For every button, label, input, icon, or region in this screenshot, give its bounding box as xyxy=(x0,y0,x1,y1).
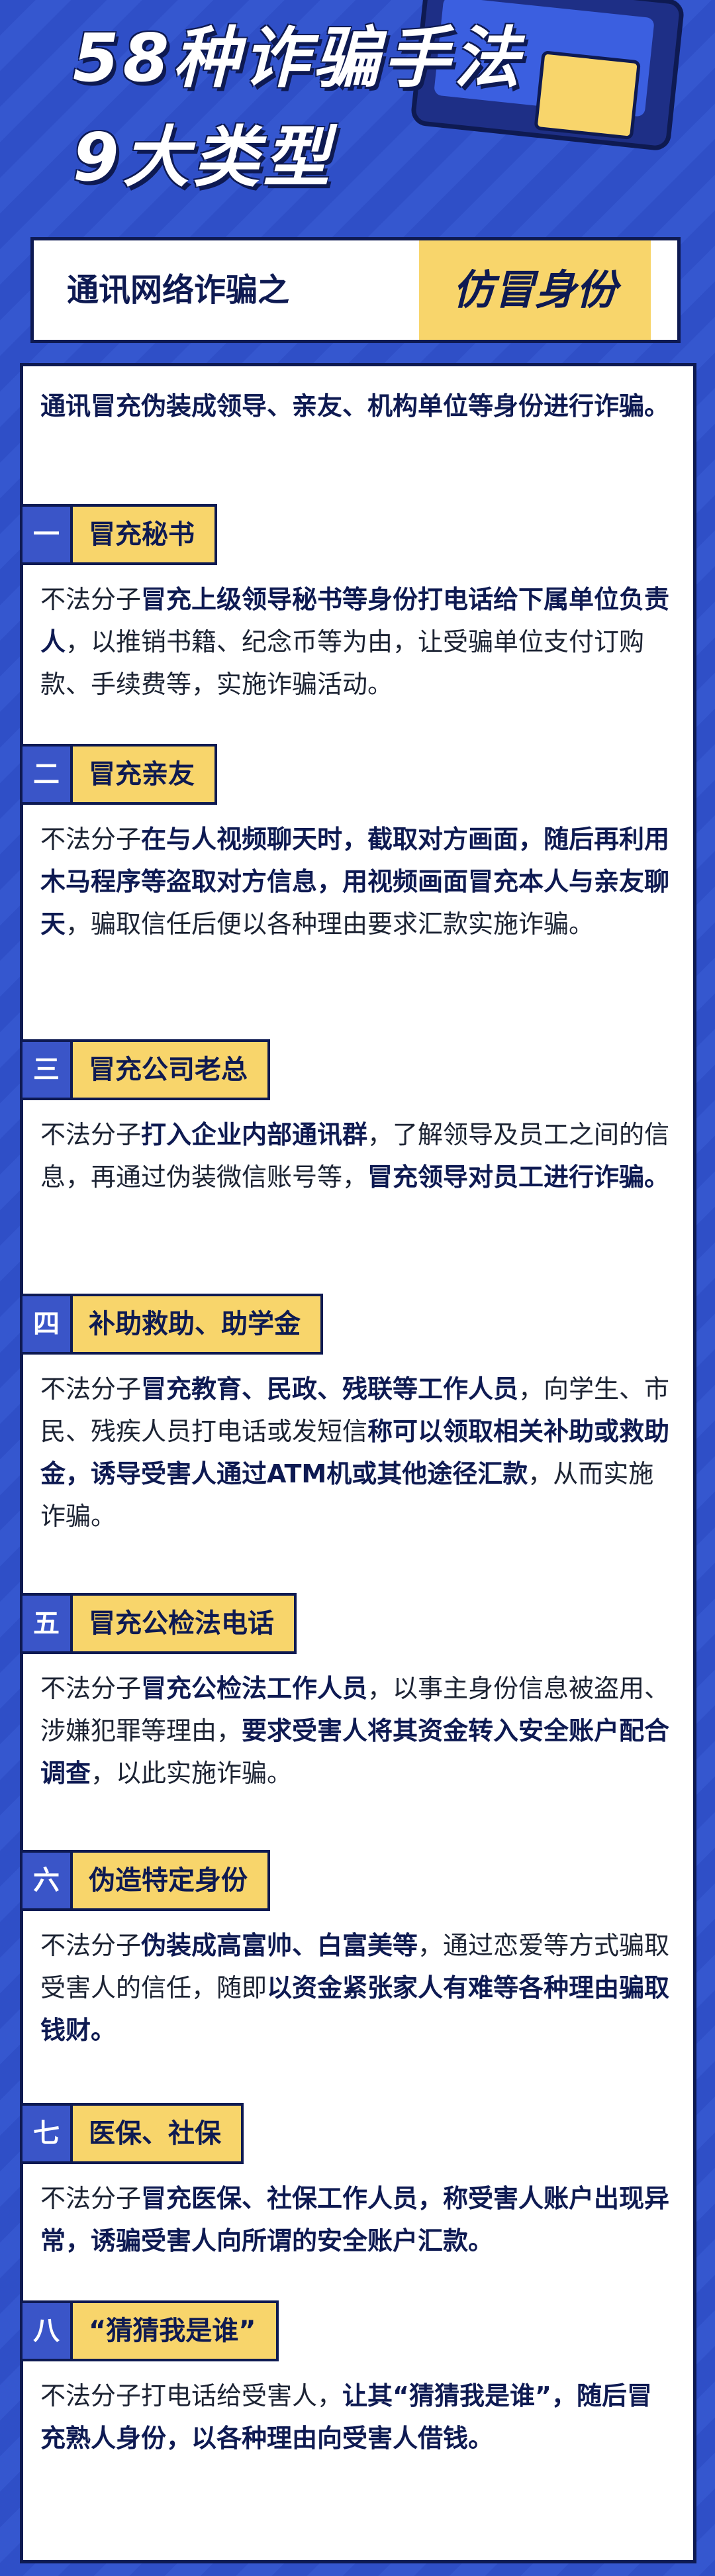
section-number: 三 xyxy=(20,1039,73,1100)
body-text: 不法分子 xyxy=(40,585,142,614)
section-body-6: 不法分子伪装成高富帅、白富美等，通过恋爱等方式骗取受害人的信任，随即以资金紧张家… xyxy=(40,1924,676,2051)
section-number: 八 xyxy=(20,2300,73,2361)
section-body-7: 不法分子冒充医保、社保工作人员，称受害人账户出现异常，诱骗受害人向所谓的安全账户… xyxy=(40,2177,676,2262)
topic-highlight: 仿冒身份 xyxy=(419,240,651,340)
body-text: 不法分子 xyxy=(40,1674,142,1703)
section-title: 冒充秘书 xyxy=(73,504,217,565)
header-banner: 58种诈骗手法 9大类型 xyxy=(0,0,715,225)
topic-banner: 通讯网络诈骗之 仿冒身份 xyxy=(30,237,681,343)
section-title: 冒充公检法电话 xyxy=(73,1593,297,1654)
section-title: 医保、社保 xyxy=(73,2103,244,2164)
emphasized-text: 冒充领导对员工进行诈骗。 xyxy=(367,1162,670,1192)
emphasized-text: 冒充教育、民政、残联等工作人员 xyxy=(141,1374,519,1404)
section-header-6: 六 伪造特定身份 xyxy=(20,1850,270,1911)
content-panel: 通讯冒充伪装成领导、亲友、机构单位等身份进行诈骗。 一 冒充秘书 不法分子冒充上… xyxy=(20,363,696,2563)
section-number: 一 xyxy=(20,504,73,565)
section-number: 六 xyxy=(20,1850,73,1911)
body-text: ，以推销书籍、纪念币等为由，让受骗单位支付订购款、手续费等，实施诈骗活动。 xyxy=(40,627,645,699)
section-body-5: 不法分子冒充公检法工作人员，以事主身份信息被盗用、涉嫌犯罪等理由，要求受害人将其… xyxy=(40,1667,676,1794)
section-header-2: 二 冒充亲友 xyxy=(20,744,217,805)
section-body-4: 不法分子冒充教育、民政、残联等工作人员，向学生、市民、残疾人员打电话或发短信称可… xyxy=(40,1368,676,1537)
headline-line2: 9大类型 xyxy=(73,119,334,196)
section-title: 冒充公司老总 xyxy=(73,1039,270,1100)
section-body-2: 不法分子在与人视频聊天时，截取对方画面，随后再利用木马程序等盗取对方信息，用视频… xyxy=(40,818,676,945)
body-text: ，骗取信任后便以各种理由要求汇款实施诈骗。 xyxy=(66,909,595,939)
section-number: 四 xyxy=(20,1294,73,1355)
headline-line1: 58种诈骗手法 xyxy=(73,19,524,97)
section-header-5: 五 冒充公检法电话 xyxy=(20,1593,297,1654)
popup-window-illustration xyxy=(534,50,642,140)
section-number: 二 xyxy=(20,744,73,805)
section-number: 五 xyxy=(20,1593,73,1654)
topic-prefix: 通讯网络诈骗之 xyxy=(67,272,290,309)
emphasized-text: 打入企业内部通讯群 xyxy=(141,1120,368,1149)
body-text: 不法分子 xyxy=(40,825,142,854)
section-body-3: 不法分子打入企业内部通讯群，了解领导及员工之间的信息，再通过伪装微信账号等，冒充… xyxy=(40,1113,676,1198)
section-number: 七 xyxy=(20,2103,73,2164)
section-header-3: 三 冒充公司老总 xyxy=(20,1039,270,1100)
section-title: 补助救助、助学金 xyxy=(73,1294,323,1355)
body-text: ，以此实施诈骗。 xyxy=(91,1759,293,1788)
body-text: 不法分子打电话给受害人， xyxy=(40,2381,343,2410)
body-text: 不法分子 xyxy=(40,1120,142,1149)
intro-text: 通讯冒充伪装成领导、亲友、机构单位等身份进行诈骗。 xyxy=(40,391,670,421)
body-text: 不法分子 xyxy=(40,1931,142,1960)
section-header-4: 四 补助救助、助学金 xyxy=(20,1294,323,1355)
body-text: 不法分子 xyxy=(40,1374,142,1404)
section-body-1: 不法分子冒充上级领导秘书等身份打电话给下属单位负责人，以推销书籍、纪念币等为由，… xyxy=(40,578,676,705)
emphasized-text: 冒充公检法工作人员 xyxy=(141,1674,368,1703)
section-title: 伪造特定身份 xyxy=(73,1850,270,1911)
section-body-8: 不法分子打电话给受害人，让其“猜猜我是谁”，随后冒充熟人身份，以各种理由向受害人… xyxy=(40,2375,676,2459)
emphasized-text: 伪装成高富帅、白富美等 xyxy=(141,1931,418,1960)
body-text: 不法分子 xyxy=(40,2184,142,2213)
section-header-8: 八 “猜猜我是谁” xyxy=(20,2300,279,2361)
section-header-7: 七 医保、社保 xyxy=(20,2103,244,2164)
section-title: 冒充亲友 xyxy=(73,744,217,805)
section-header-1: 一 冒充秘书 xyxy=(20,504,217,565)
section-title: “猜猜我是谁” xyxy=(73,2300,279,2361)
